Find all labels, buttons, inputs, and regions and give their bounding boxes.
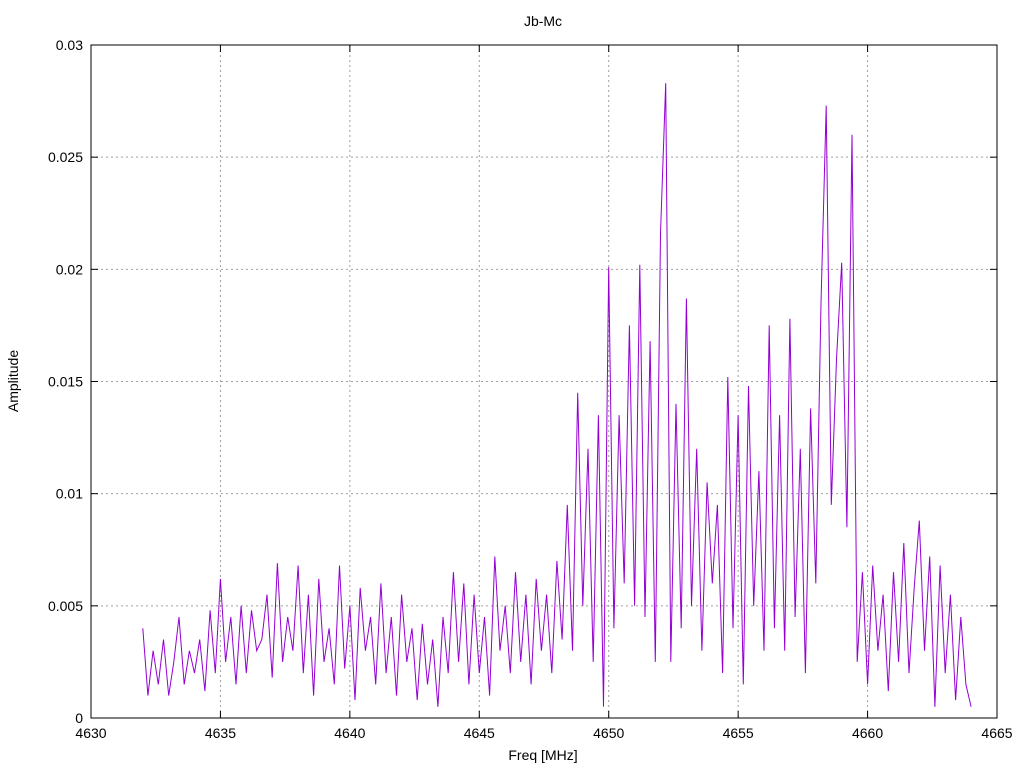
x-tick-label: 4660 — [852, 725, 883, 741]
chart-title: Jb-Mc — [524, 13, 562, 29]
y-tick-label: 0.015 — [48, 374, 83, 390]
y-axis-label: Amplitude — [5, 350, 21, 412]
x-axis-label: Freq [MHz] — [508, 747, 577, 763]
x-tick-label: 4640 — [334, 725, 365, 741]
chart: 4630 4635 4640 4645 4650 4655 4660 4665 0 0.005 0.… — [5, 13, 1013, 763]
y-tick-label: 0.02 — [56, 261, 83, 277]
x-tick-label: 4635 — [205, 725, 236, 741]
y-tick-label: 0.03 — [56, 37, 83, 53]
grid — [91, 45, 997, 718]
x-tick-label: 4665 — [981, 725, 1012, 741]
series-line — [142, 83, 972, 707]
y-tick-label: 0.005 — [48, 598, 83, 614]
x-tick-label: 4630 — [75, 725, 106, 741]
x-tick-label: 4645 — [464, 725, 495, 741]
series-group — [142, 83, 972, 707]
x-tick-label: 4650 — [593, 725, 624, 741]
y-tick-label: 0.01 — [56, 486, 83, 502]
x-tick-label: 4655 — [723, 725, 754, 741]
y-tick-label: 0.025 — [48, 149, 83, 165]
y-tick-label: 0 — [75, 710, 83, 726]
